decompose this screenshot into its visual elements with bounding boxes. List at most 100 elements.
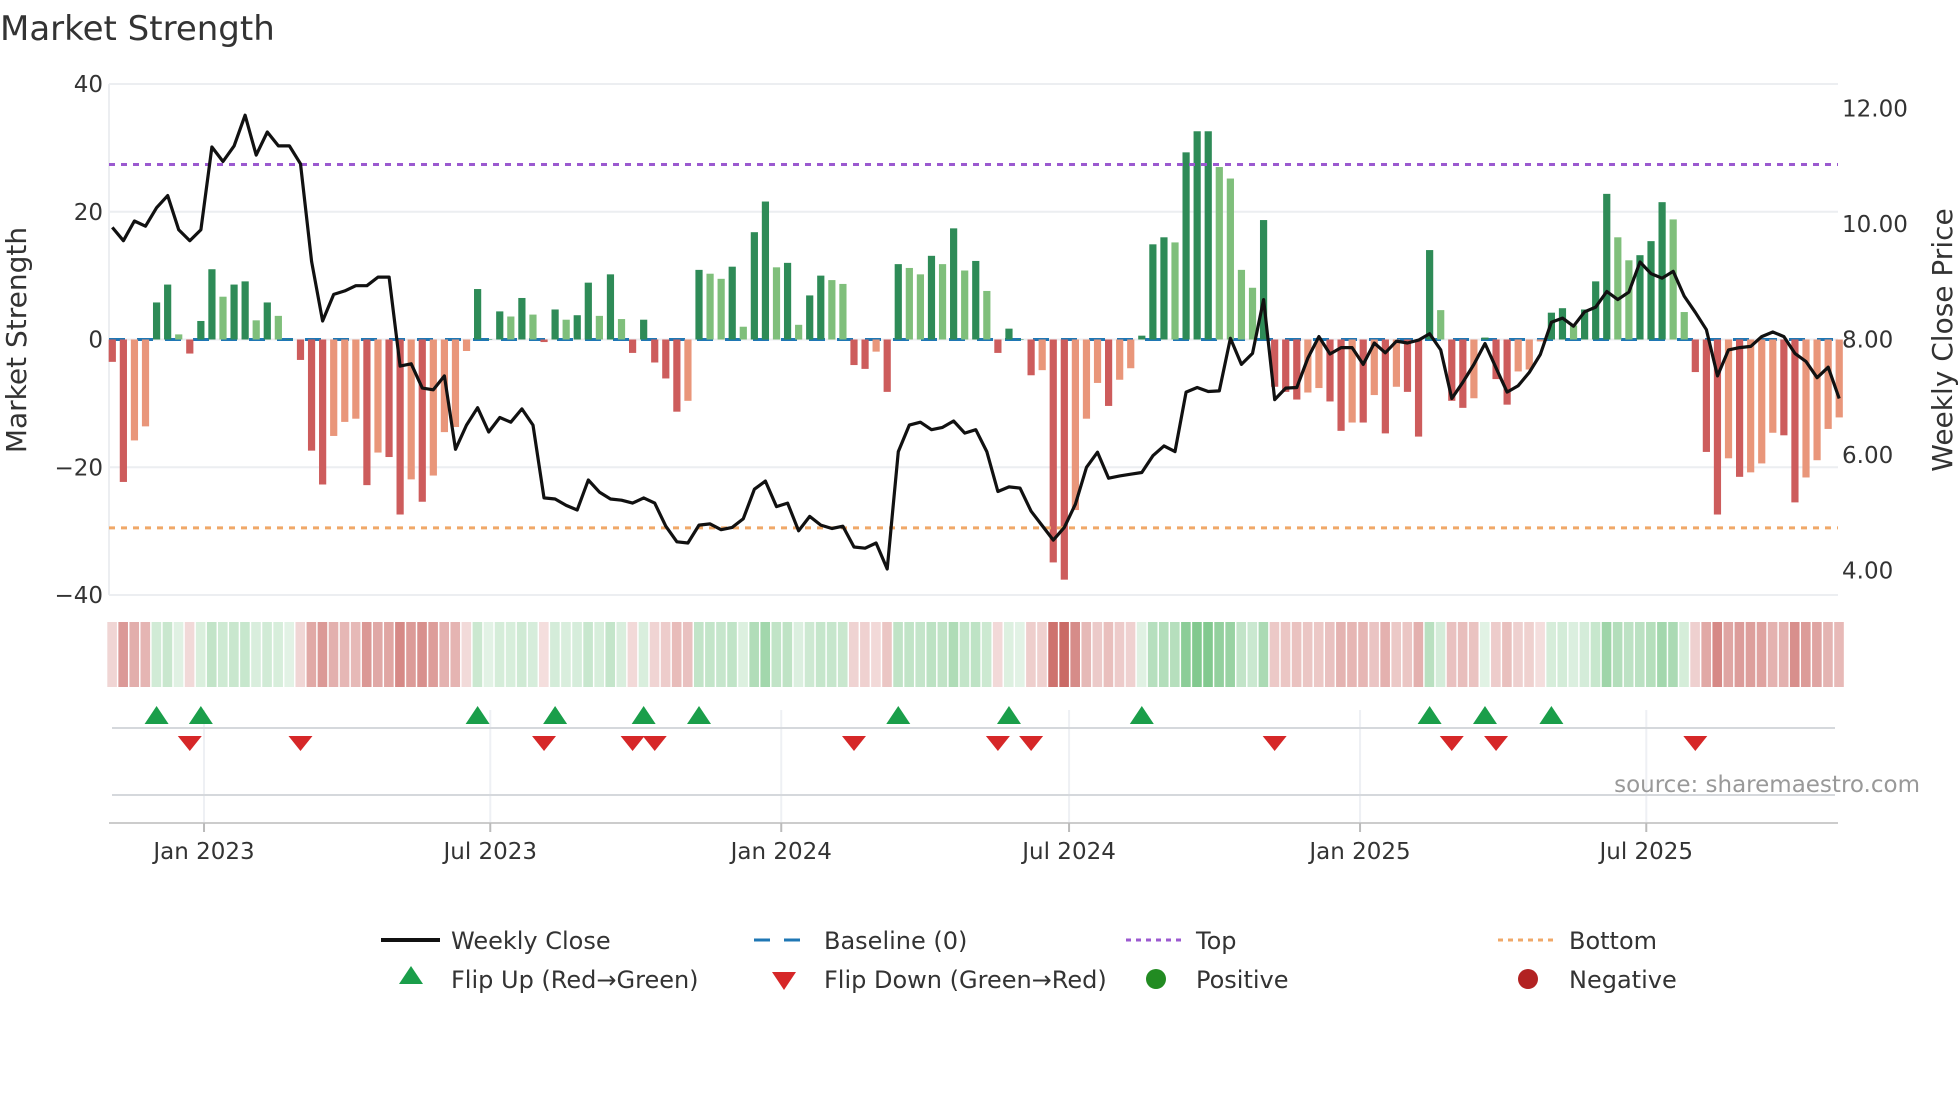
legend-top[interactable]: Top [1126,927,1237,955]
strength-bar [972,260,980,340]
strip-cell [1081,622,1092,687]
strength-bar [1824,339,1832,429]
legend-label: Weekly Close [451,927,611,955]
strip-cell [627,622,638,687]
strength-bar [1735,339,1744,477]
strength-bar [861,339,869,369]
strip-cell [1446,622,1457,687]
strip-cell [1258,622,1269,687]
y-axis-title: Market Strength [0,227,33,453]
strip-cell [339,622,350,687]
strip-cell [970,622,981,687]
strip-cell [848,622,859,687]
legend-label: Top [1195,927,1237,955]
x-tick-label: Jul 2024 [1020,839,1116,865]
strength-bar [263,302,271,340]
source-label: source: sharemaestro.com [1614,772,1920,798]
strength-bar [1149,244,1157,340]
strip-cell [550,622,560,687]
strength-bar [961,270,969,340]
legend-label: Flip Up (Red→Green) [451,966,699,994]
strip-cell [572,622,582,687]
strength-bar [795,324,803,340]
strip-cell [705,622,715,687]
strength-bar [385,339,393,458]
strength-bar [374,339,382,453]
strip-cell [694,622,704,687]
legend-positive[interactable]: Positive [1146,966,1289,994]
strength-bar [872,339,880,352]
strength-bar [1204,131,1212,340]
flip-up-marker [1472,706,1497,724]
strength-bar [1592,281,1600,340]
flip-up-marker [1129,706,1154,724]
strip-cell [959,622,970,687]
triangle-up-icon [399,966,423,984]
strength-bar [772,267,781,340]
flip-down-marker [1683,736,1708,751]
strength-bar [562,319,570,340]
legend-bottom[interactable]: Bottom [1498,927,1657,955]
strength-bar [1105,339,1113,406]
strip-cell [1457,622,1468,687]
flip-up-marker [996,706,1021,724]
strength-bar [1237,269,1246,340]
strength-bar [584,282,592,340]
strip-cell [162,622,173,687]
strip-cell [1059,622,1069,687]
strip-cell [328,622,339,687]
chart-title: Market Strength [0,9,275,49]
strip-cell [716,622,726,687]
strip-cell [306,622,317,687]
strength-bar [186,339,194,354]
strength-bar [1138,335,1146,340]
flip-down-marker [620,736,645,751]
strip-cell [915,622,926,687]
strip-cell [1424,622,1435,687]
strength-bar [1813,339,1821,461]
strip-cell [1612,622,1623,687]
legend-flip-up[interactable]: Flip Up (Red→Green) [399,966,699,994]
strip-cell [1778,622,1789,687]
flip-down-marker [841,736,866,751]
legend-baseline[interactable]: Baseline (0) [754,927,967,955]
strip-cell [1668,622,1678,687]
legend-negative[interactable]: Negative [1518,966,1677,994]
strength-bar [916,274,925,340]
strength-bar [1293,339,1301,400]
strip-cell [1646,622,1656,687]
strip-cell [350,622,361,687]
strip-cell [1834,622,1844,687]
strip-cell [1003,622,1014,687]
strength-bar [507,316,515,340]
flip-up-marker [687,706,712,724]
legend-flip-down[interactable]: Flip Down (Green→Red) [772,966,1107,994]
strength-bar [108,339,116,362]
flip-up-marker [886,706,911,724]
x-tick-label: Jan 2025 [1307,839,1410,865]
legend-weekly-close[interactable]: Weekly Close [381,927,611,955]
strip-cell [837,622,848,687]
strength-bar [1160,237,1168,340]
strip-cell [1734,622,1745,687]
strength-bar [1481,337,1489,340]
strength-bar [695,269,703,340]
strength-bar [1514,339,1522,372]
strength-bar [983,290,991,340]
strength-bar [662,339,670,379]
strength-bar [761,201,770,340]
strength-bar [1414,339,1423,437]
strip-cell [1103,622,1114,687]
strength-bar [728,266,736,340]
strip-cell [804,622,815,687]
strip-cell [1634,622,1645,687]
strength-bar [1536,339,1544,342]
strip-cell [671,622,682,687]
strip-cell [1181,622,1191,687]
strength-bar [1071,339,1079,511]
strength-bar [839,283,847,340]
strip-cell [1214,622,1224,687]
strength-bar [1392,339,1401,387]
strength-bar [1658,202,1666,340]
strip-cell [1513,622,1523,687]
